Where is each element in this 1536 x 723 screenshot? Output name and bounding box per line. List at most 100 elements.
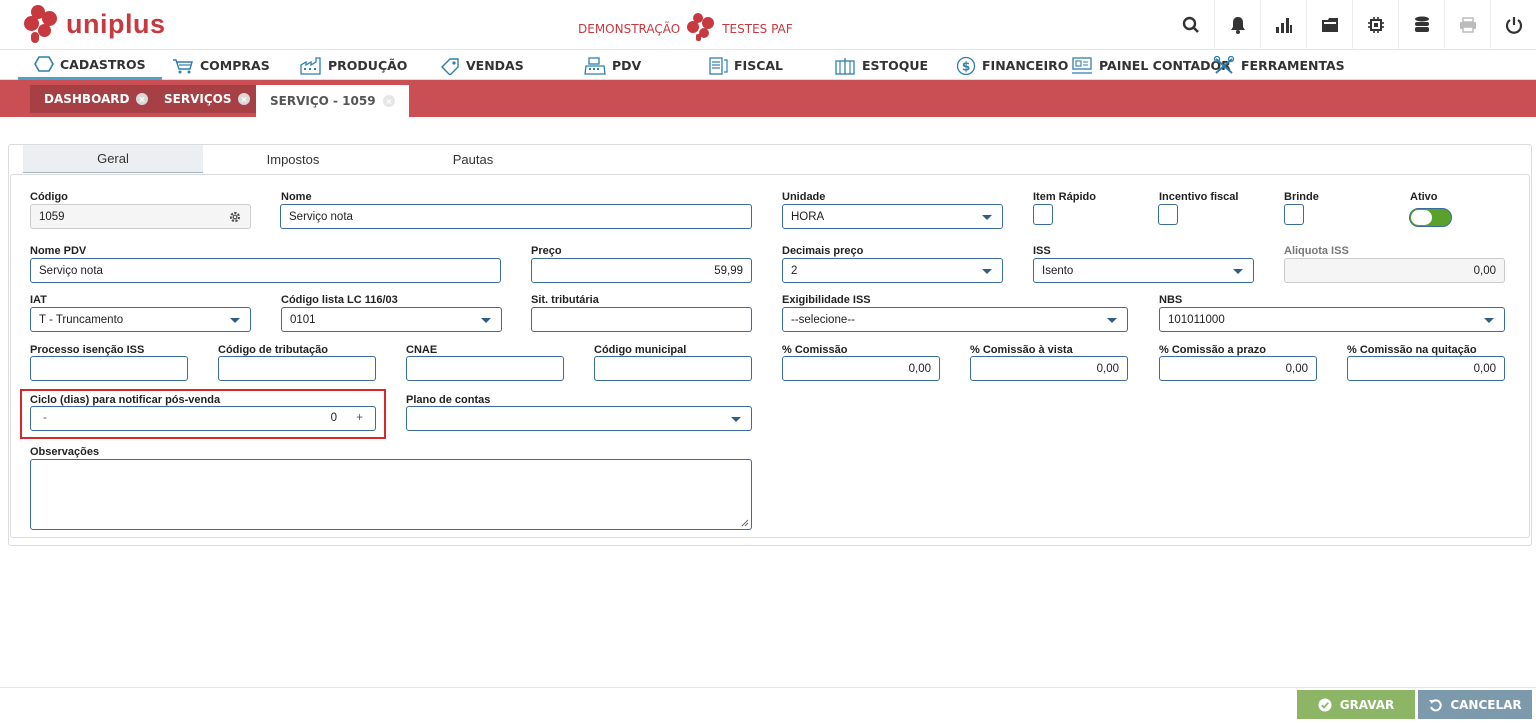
folder-icon[interactable] bbox=[1306, 0, 1352, 50]
obs-textarea[interactable] bbox=[30, 459, 752, 530]
aliquota-iss-label: Aliquota ISS bbox=[1284, 245, 1349, 257]
processo-label: Processo isenção ISS bbox=[30, 344, 145, 356]
tab-geral[interactable]: Geral bbox=[23, 145, 203, 173]
save-button[interactable]: GRAVAR bbox=[1297, 690, 1415, 719]
sit-trib-label: Sit. tributária bbox=[531, 294, 599, 306]
cod-trib-label: Código de tributação bbox=[218, 344, 328, 356]
cod-mun-input[interactable] bbox=[594, 356, 752, 381]
menu-financeiro[interactable]: $ FINANCEIRO bbox=[956, 51, 1068, 80]
unidade-value: HORA bbox=[791, 210, 825, 223]
cpu-icon[interactable] bbox=[1352, 0, 1398, 50]
brinde-checkbox[interactable] bbox=[1284, 204, 1304, 225]
tab-pautas[interactable]: Pautas bbox=[383, 145, 563, 173]
cnae-input[interactable] bbox=[406, 356, 564, 381]
menu-pdv[interactable]: PDV bbox=[584, 51, 641, 80]
svg-text:$: $ bbox=[962, 59, 970, 73]
comissao-quit-input[interactable]: 0,00 bbox=[1347, 356, 1505, 381]
iat-label: IAT bbox=[30, 294, 47, 306]
comissao-prazo-value: 0,00 bbox=[1285, 362, 1308, 375]
chevron-down-icon bbox=[230, 318, 240, 323]
ativo-toggle[interactable] bbox=[1409, 208, 1452, 227]
comissao-quit-label: % Comissão na quitação bbox=[1347, 344, 1477, 356]
ciclo-plus-button[interactable]: + bbox=[356, 412, 363, 424]
tab-impostos[interactable]: Impostos bbox=[203, 145, 383, 173]
decimais-label: Decimais preço bbox=[782, 245, 864, 257]
item-rapido-label: Item Rápido bbox=[1033, 191, 1096, 203]
gear-icon[interactable] bbox=[228, 210, 242, 224]
printer-icon[interactable] bbox=[1444, 0, 1490, 50]
tab-dashboard[interactable]: DASHBOARD bbox=[30, 85, 163, 113]
close-icon[interactable] bbox=[382, 95, 395, 107]
codigo-lista-select[interactable]: 0101 bbox=[281, 307, 502, 332]
close-icon[interactable] bbox=[238, 93, 251, 105]
close-icon[interactable] bbox=[136, 93, 149, 105]
unidade-select[interactable]: HORA bbox=[782, 204, 1003, 229]
tab-servicos[interactable]: SERVIÇOS bbox=[150, 85, 265, 113]
nome-pdv-label: Nome PDV bbox=[30, 245, 87, 257]
menu-vendas[interactable]: VENDAS bbox=[440, 51, 524, 80]
document-tabs-bar: DASHBOARD SERVIÇOS SERVIÇO - 1059 bbox=[0, 80, 1536, 117]
nbs-select[interactable]: 101011000 bbox=[1159, 307, 1505, 332]
plano-label: Plano de contas bbox=[406, 394, 491, 406]
nome-input[interactable]: Serviço nota bbox=[280, 204, 752, 229]
menu-estoque-label: ESTOQUE bbox=[862, 58, 929, 73]
comissao-prazo-input[interactable]: 0,00 bbox=[1159, 356, 1317, 381]
chevron-down-icon bbox=[982, 215, 992, 220]
menu-painel-contador[interactable]: PAINEL CONTADOR bbox=[1071, 51, 1231, 80]
comissao-value: 0,00 bbox=[908, 362, 931, 375]
database-icon[interactable] bbox=[1398, 0, 1444, 50]
comissao-quit-value: 0,00 bbox=[1473, 362, 1496, 375]
tools-icon bbox=[1213, 55, 1235, 74]
comissao-vista-input[interactable]: 0,00 bbox=[970, 356, 1128, 381]
iss-select[interactable]: Isento bbox=[1033, 258, 1254, 283]
menu-compras[interactable]: COMPRAS bbox=[172, 51, 270, 80]
resize-handle-icon[interactable] bbox=[741, 519, 749, 527]
codigo-lista-value: 0101 bbox=[290, 313, 316, 326]
hexagon-icon bbox=[34, 56, 54, 72]
tab-servico-1059-label: SERVIÇO - 1059 bbox=[270, 94, 376, 108]
ciclo-minus-button[interactable]: - bbox=[43, 412, 47, 424]
environment-label: DEMONSTRAÇÃO TESTES PAF bbox=[578, 12, 793, 45]
nome-pdv-input[interactable]: Serviço nota bbox=[30, 258, 501, 283]
decimais-select[interactable]: 2 bbox=[782, 258, 1003, 283]
logo[interactable]: uniplus bbox=[22, 4, 166, 44]
preco-input[interactable]: 59,99 bbox=[531, 258, 752, 283]
comissao-input[interactable]: 0,00 bbox=[782, 356, 940, 381]
cod-trib-input[interactable] bbox=[218, 356, 376, 381]
tab-servico-1059[interactable]: SERVIÇO - 1059 bbox=[256, 85, 409, 117]
aliquota-iss-value: 0,00 bbox=[1473, 264, 1496, 277]
menu-cadastros-label: CADASTROS bbox=[60, 56, 146, 72]
item-rapido-checkbox[interactable] bbox=[1033, 204, 1053, 225]
chevron-down-icon bbox=[481, 318, 491, 323]
sit-trib-input[interactable] bbox=[531, 307, 752, 332]
processo-input[interactable] bbox=[30, 356, 188, 381]
comissao-vista-value: 0,00 bbox=[1096, 362, 1119, 375]
menu-producao[interactable]: PRODUÇÃO bbox=[300, 51, 407, 80]
bell-icon[interactable] bbox=[1214, 0, 1260, 50]
plano-select[interactable] bbox=[406, 406, 752, 431]
cart-icon bbox=[173, 58, 193, 73]
tag-icon bbox=[441, 57, 459, 75]
menu-ferramentas[interactable]: FERRAMENTAS bbox=[1213, 51, 1345, 80]
exigibilidade-select[interactable]: --selecione-- bbox=[782, 307, 1128, 332]
brand-name: uniplus bbox=[66, 8, 166, 39]
incentivo-checkbox[interactable] bbox=[1158, 204, 1178, 225]
menu-ferramentas-label: FERRAMENTAS bbox=[1241, 58, 1345, 73]
ciclo-stepper[interactable]: - 0 + bbox=[30, 406, 376, 431]
search-icon[interactable] bbox=[1168, 0, 1214, 50]
nbs-value: 101011000 bbox=[1168, 313, 1225, 326]
menu-cadastros[interactable]: CADASTROS bbox=[18, 51, 162, 80]
comissao-label: % Comissão bbox=[782, 344, 848, 356]
cancel-button[interactable]: CANCELAR bbox=[1418, 690, 1532, 719]
power-icon[interactable] bbox=[1490, 0, 1536, 50]
menu-vendas-label: VENDAS bbox=[466, 58, 524, 73]
iat-select[interactable]: T - Truncamento bbox=[30, 307, 251, 332]
menu-estoque[interactable]: ESTOQUE bbox=[834, 51, 928, 80]
menu-painel-contador-label: PAINEL CONTADOR bbox=[1099, 58, 1231, 73]
nome-value: Serviço nota bbox=[289, 210, 353, 223]
menu-fiscal[interactable]: FISCAL bbox=[708, 51, 783, 80]
unidade-label: Unidade bbox=[782, 191, 826, 203]
bar-chart-icon[interactable] bbox=[1260, 0, 1306, 50]
factory-icon bbox=[300, 56, 321, 75]
env-left-label: DEMONSTRAÇÃO bbox=[578, 21, 681, 36]
